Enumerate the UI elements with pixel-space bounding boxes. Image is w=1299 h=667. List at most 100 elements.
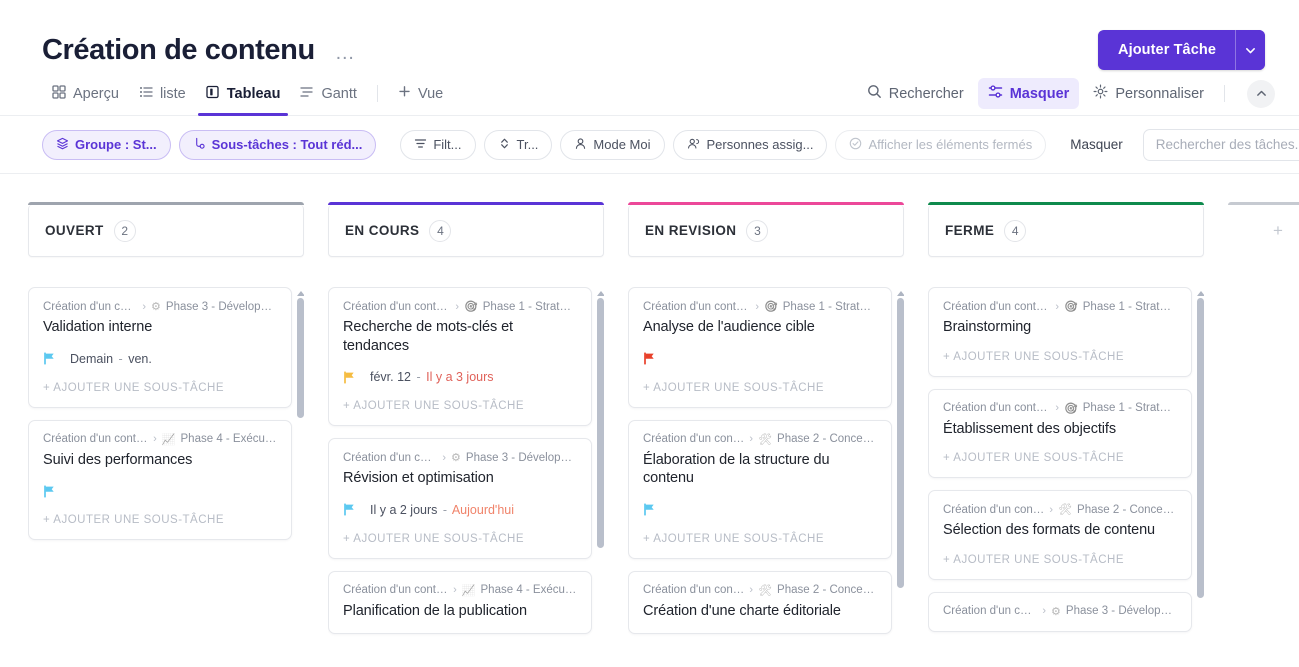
card-due-date[interactable]: Il y a 2 jours - Aujourd'hui (370, 503, 514, 517)
add-subtask-button[interactable]: + AJOUTER UNE SOUS-TÂCHE (643, 533, 877, 545)
column-title: OUVERT (45, 223, 104, 238)
chip-groupe[interactable]: Groupe : St... (42, 130, 171, 160)
priority-flag-icon[interactable] (43, 352, 56, 365)
title-more-icon[interactable]: … (331, 43, 360, 63)
tab-gantt[interactable]: Gantt (290, 72, 366, 116)
add-subtask-button[interactable]: + AJOUTER UNE SOUS-TÂCHE (943, 554, 1177, 566)
task-card[interactable]: Création d'un con... › ⚙ Phase 3 - Dével… (328, 438, 592, 559)
chip-label: Personnes assig... (707, 137, 814, 152)
task-card[interactable]: Création d'un contenu › 📈 Phase 4 - Exéc… (328, 571, 592, 635)
filter-icon (414, 137, 427, 153)
scrollbar-thumb[interactable] (597, 298, 604, 548)
filter-bar: Groupe : St... Sous-tâches : Tout réd...… (0, 116, 1299, 174)
task-card[interactable]: Création d'un conte... › 🛠 Phase 2 - Con… (628, 420, 892, 559)
gantt-icon (300, 85, 314, 103)
task-card[interactable]: Création d'un con... › ⚙ Phase 3 - Dével… (28, 287, 292, 408)
column-header[interactable]: OUVERT2 (28, 205, 304, 257)
add-subtask-button[interactable]: + AJOUTER UNE SOUS-TÂCHE (943, 351, 1177, 363)
chip-trier[interactable]: Tr... (484, 130, 553, 160)
task-card[interactable]: Création d'un contenu › 🎯 Phase 1 - Stra… (328, 287, 592, 426)
breadcrumb-root: Création d'un conte... (643, 433, 744, 445)
priority-flag-icon[interactable] (643, 352, 656, 365)
add-subtask-button[interactable]: + AJOUTER UNE SOUS-TÂCHE (343, 533, 577, 545)
add-subtask-button[interactable]: + AJOUTER UNE SOUS-TÂCHE (643, 382, 877, 394)
column-header[interactable]: EN COURS4 (328, 205, 604, 257)
tab-apercu[interactable]: Aperçu (42, 72, 129, 116)
search-action[interactable]: Rechercher (857, 78, 974, 109)
breadcrumb-leaf: Phase 1 - Stratégie (1083, 402, 1177, 414)
add-column-header[interactable]: + (1228, 205, 1299, 257)
scroll-up-arrow-icon[interactable] (597, 291, 604, 296)
add-task-button[interactable]: Ajouter Tâche (1098, 31, 1235, 69)
column-scrollbar[interactable] (597, 291, 604, 548)
chip-label: Afficher les éléments fermés (868, 137, 1032, 152)
column-body: Création d'un contenu › 🎯 Phase 1 - Stra… (928, 287, 1204, 667)
personnaliser-action[interactable]: Personnaliser (1083, 78, 1214, 109)
add-subtask-button[interactable]: + AJOUTER UNE SOUS-TÂCHE (43, 514, 277, 526)
card-title: Brainstorming (943, 318, 1177, 337)
board-column: OUVERT2 Création d'un con... › ⚙ Phase 3… (28, 205, 304, 667)
add-column[interactable]: + (1228, 205, 1299, 667)
breadcrumb-phase-icon: ⚙ (451, 451, 461, 464)
card-breadcrumb: Création d'un contenu › 🎯 Phase 1 - Stra… (943, 402, 1177, 415)
gear-icon (1093, 84, 1108, 103)
card-due-date[interactable]: Demain - ven. (70, 352, 152, 366)
scroll-up-arrow-icon[interactable] (897, 291, 904, 296)
breadcrumb-leaf: Phase 3 - Développe... (166, 301, 277, 313)
priority-flag-icon[interactable] (643, 503, 656, 516)
add-subtask-button[interactable]: + AJOUTER UNE SOUS-TÂCHE (343, 400, 577, 412)
chevron-up-icon[interactable] (1247, 80, 1275, 108)
scroll-up-arrow-icon[interactable] (297, 291, 304, 296)
column-title: FERME (945, 223, 994, 238)
card-breadcrumb: Création d'un contenu › 🎯 Phase 1 - Stra… (343, 300, 577, 313)
breadcrumb-separator-icon: › (1055, 301, 1059, 313)
tab-label: liste (160, 86, 186, 102)
chip-personnes-assignees[interactable]: Personnes assig... (673, 130, 828, 160)
card-relative-date: ven. (128, 352, 152, 366)
masquer-text-button[interactable]: Masquer (1070, 137, 1123, 152)
add-view-button[interactable]: Vue (388, 72, 453, 116)
priority-flag-icon[interactable] (43, 485, 56, 498)
scroll-up-arrow-icon[interactable] (1197, 291, 1204, 296)
add-view-label: Vue (418, 86, 443, 102)
task-card[interactable]: Création d'un contenu › 🎯 Phase 1 - Stra… (928, 287, 1192, 377)
column-scrollbar[interactable] (897, 291, 904, 588)
breadcrumb-leaf: Phase 3 - Développe... (466, 452, 577, 464)
breadcrumb-root: Création d'un contenu (43, 433, 148, 445)
search-tasks-input[interactable] (1143, 129, 1299, 161)
tab-liste[interactable]: liste (129, 72, 196, 116)
scrollbar-thumb[interactable] (297, 298, 304, 418)
task-card[interactable]: Création d'un conte... › 🛠 Phase 2 - Con… (928, 490, 1192, 580)
breadcrumb-root: Création d'un conte... (643, 584, 744, 596)
task-card[interactable]: Création d'un contenu › 📈 Phase 4 - Exéc… (28, 420, 292, 541)
card-due-date[interactable]: févr. 12 - Il y a 3 jours (370, 370, 494, 384)
breadcrumb-separator-icon: › (749, 433, 753, 445)
plus-icon (398, 85, 411, 102)
column-scrollbar[interactable] (297, 291, 304, 418)
card-meta (43, 482, 277, 500)
column-header[interactable]: EN REVISION3 (628, 205, 904, 257)
scrollbar-thumb[interactable] (897, 298, 904, 588)
task-card[interactable]: Création d'un conte... › 🛠 Phase 2 - Con… (628, 571, 892, 635)
add-subtask-button[interactable]: + AJOUTER UNE SOUS-TÂCHE (43, 382, 277, 394)
chevron-down-icon[interactable] (1235, 30, 1265, 70)
chip-afficher-elements-fermes[interactable]: Afficher les éléments fermés (835, 130, 1046, 160)
tab-tableau[interactable]: Tableau (196, 72, 291, 116)
masquer-action[interactable]: Masquer (978, 78, 1080, 109)
column-scrollbar[interactable] (1197, 291, 1204, 598)
chip-mode-moi[interactable]: Mode Moi (560, 130, 664, 160)
task-card[interactable]: Création d'un con... › ⚙ Phase 3 - Dével… (928, 592, 1192, 632)
list-icon (139, 85, 153, 103)
scrollbar-thumb[interactable] (1197, 298, 1204, 598)
chip-filtres[interactable]: Filt... (400, 130, 475, 160)
add-subtask-button[interactable]: + AJOUTER UNE SOUS-TÂCHE (943, 452, 1177, 464)
priority-flag-icon[interactable] (343, 371, 356, 384)
chip-sous-taches[interactable]: Sous-tâches : Tout réd... (179, 130, 377, 160)
column-header[interactable]: FERME4 (928, 205, 1204, 257)
task-card[interactable]: Création d'un contenu › 🎯 Phase 1 - Stra… (928, 389, 1192, 479)
tabs-divider (377, 85, 378, 102)
chip-label: Tr... (517, 137, 539, 152)
task-card[interactable]: Création d'un contenu › 🎯 Phase 1 - Stra… (628, 287, 892, 408)
priority-flag-icon[interactable] (343, 503, 356, 516)
board-icon (206, 85, 220, 103)
